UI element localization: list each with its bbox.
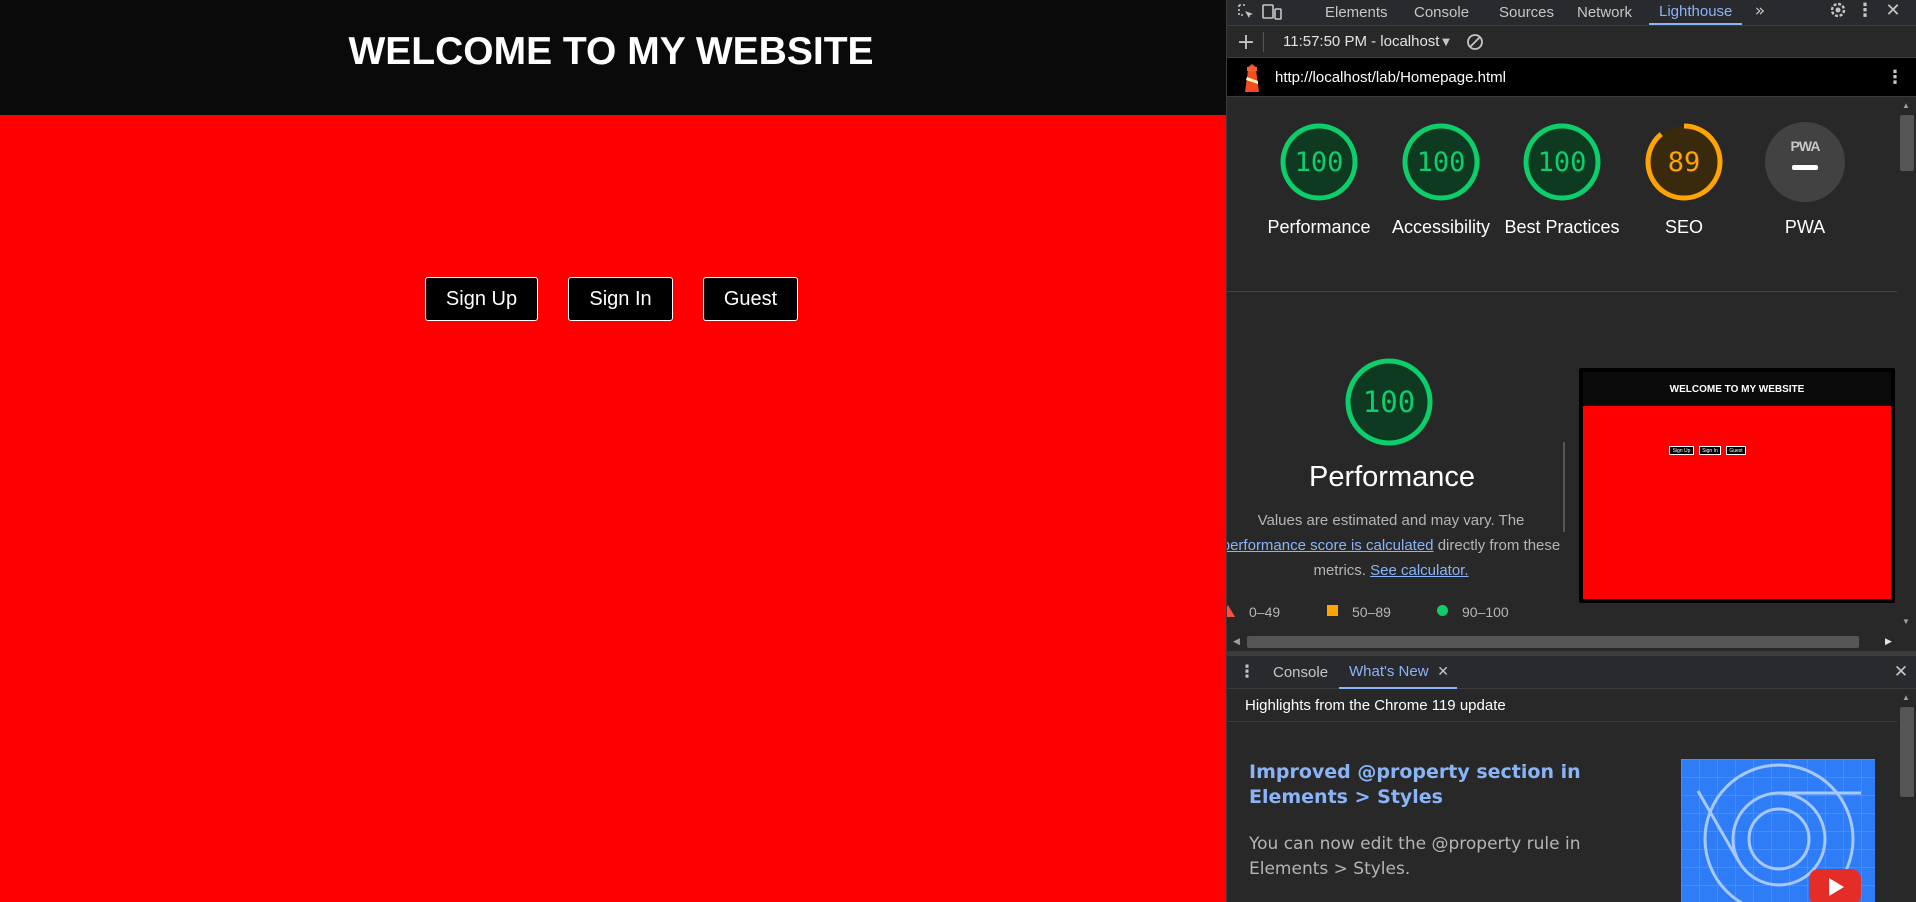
gauge-value: 100 — [1537, 146, 1587, 178]
thumbnail-body: Sign Up Sign In Guest — [1583, 406, 1891, 599]
gauge-label-accessibility: Accessibility — [1391, 217, 1491, 237]
guest-button[interactable]: Guest — [703, 277, 798, 321]
feature-description: You can now edit the @property rule in E… — [1249, 834, 1581, 879]
scroll-right-icon[interactable]: ▶ — [1885, 636, 1892, 647]
site-header: WELCOME TO MY WEBSITE — [0, 0, 1226, 115]
scroll-down-icon[interactable]: ▼ — [1902, 617, 1910, 626]
drawer-tab-label: What's New — [1349, 663, 1429, 680]
lighthouse-url-bar: http://localhost/lab/Homepage.html ⋮ — [1227, 58, 1916, 97]
pwa-badge-icon: PWA — [1790, 138, 1821, 154]
gauge-value: 89 — [1667, 146, 1701, 178]
gauge-seo[interactable]: 89 — [1644, 122, 1724, 202]
desc-text: metrics. — [1313, 562, 1366, 579]
gauge-label-seo: SEO — [1664, 217, 1703, 237]
close-drawer-icon[interactable]: ✕ — [1891, 662, 1911, 682]
drawer-vertical-scrollbar[interactable]: ▲ — [1897, 689, 1916, 902]
lighthouse-logo-icon — [1241, 64, 1263, 92]
drawer-tab-whats-new[interactable]: What's New ✕ — [1339, 656, 1457, 689]
more-options-icon[interactable]: ⋮ — [1855, 0, 1875, 21]
report-vertical-scrollbar[interactable]: ▲ ▼ — [1897, 97, 1916, 633]
youtube-play-icon[interactable] — [1809, 869, 1861, 902]
sign-up-button[interactable]: Sign Up — [425, 277, 538, 321]
settings-gear-icon[interactable] — [1827, 0, 1849, 20]
scroll-up-icon[interactable]: ▲ — [1902, 693, 1910, 702]
audited-url: http://localhost/lab/Homepage.html — [1275, 69, 1506, 86]
site-title: WELCOME TO MY WEBSITE — [348, 29, 874, 73]
lighthouse-toolbar: + 11:57:50 PM - localhost ▼ — [1227, 26, 1916, 58]
sign-in-button[interactable]: Sign In — [568, 277, 673, 321]
gauge-label-best-practices: Best Practices — [1504, 217, 1620, 237]
drawer-menu-icon[interactable]: ⋮ — [1239, 662, 1256, 682]
gauge-best-practices[interactable]: 100 — [1522, 122, 1602, 202]
tab-lighthouse[interactable]: Lighthouse — [1649, 0, 1743, 25]
devtools-tabbar: Elements Console Sources Network Lightho… — [1227, 0, 1916, 26]
report-horizontal-scrollbar[interactable]: ◀ ▶ — [1227, 633, 1916, 651]
thumbnail-title: WELCOME TO MY WEBSITE — [1583, 372, 1891, 406]
scrollbar-thumb[interactable] — [1900, 115, 1914, 171]
pass-circle-icon — [1437, 605, 1448, 616]
vertical-divider — [1563, 442, 1565, 532]
clear-reports-icon[interactable] — [1465, 32, 1485, 52]
performance-description: Values are estimated and may vary. The p… — [1227, 508, 1561, 583]
average-square-icon — [1327, 605, 1338, 616]
whats-new-header: Highlights from the Chrome 119 update — [1227, 689, 1897, 722]
gauge-performance[interactable]: 100 — [1279, 122, 1359, 202]
tab-elements[interactable]: Elements — [1325, 0, 1388, 25]
page-screenshot-thumbnail[interactable]: WELCOME TO MY WEBSITE Sign Up Sign In Gu… — [1579, 368, 1895, 603]
devtools-panel: Elements Console Sources Network Lightho… — [1226, 0, 1916, 902]
lighthouse-report[interactable]: 100 Performance 100 Accessibility 100 Be… — [1227, 97, 1897, 633]
performance-heading: Performance — [1308, 461, 1475, 493]
gauge-pwa[interactable]: PWA — [1765, 122, 1845, 202]
close-devtools-icon[interactable]: ✕ — [1883, 0, 1903, 21]
feature-video-thumbnail[interactable] — [1681, 759, 1875, 902]
thumbnail-button: Sign Up — [1669, 446, 1694, 455]
report-selector[interactable]: 11:57:50 PM - localhost — [1283, 33, 1439, 50]
gauge-label-performance: Performance — [1267, 217, 1371, 237]
website-viewport: WELCOME TO MY WEBSITE Sign Up Sign In Gu… — [0, 0, 1226, 902]
chevrons-right-icon[interactable]: » — [1751, 0, 1769, 22]
gauge-value: 100 — [1294, 146, 1344, 178]
gauge-value: 100 — [1362, 385, 1416, 419]
gauge-accessibility[interactable]: 100 — [1401, 122, 1481, 202]
section-divider — [1227, 291, 1897, 292]
device-toolbar-icon[interactable] — [1261, 1, 1283, 23]
gauge-value: 100 — [1416, 146, 1466, 178]
thumbnail-button: Sign In — [1699, 446, 1721, 455]
tab-network[interactable]: Network — [1577, 0, 1632, 25]
fail-triangle-icon — [1227, 605, 1235, 617]
inspect-element-icon[interactable] — [1235, 1, 1257, 23]
report-menu-icon[interactable]: ⋮ — [1886, 66, 1904, 88]
drawer-tab-console[interactable]: Console — [1273, 656, 1328, 689]
scroll-left-icon[interactable]: ◀ — [1233, 636, 1240, 647]
feature-title-link[interactable]: Improved @property section in Elements >… — [1249, 760, 1589, 810]
legend-pass: 90–100 — [1462, 604, 1509, 620]
scrollbar-thumb[interactable] — [1247, 636, 1859, 648]
scrollbar-thumb[interactable] — [1900, 707, 1914, 797]
desc-text: directly from these — [1437, 537, 1561, 554]
close-tab-icon[interactable]: ✕ — [1437, 663, 1449, 680]
legend-average: 50–89 — [1352, 604, 1391, 620]
drawer-tabbar: ⋮ Console What's New ✕ ✕ — [1227, 655, 1916, 689]
thumbnail-button: Guest — [1726, 446, 1746, 455]
desc-text: Values are estimated and may vary. The — [1257, 512, 1525, 529]
tab-sources[interactable]: Sources — [1499, 0, 1554, 25]
scroll-up-icon[interactable]: ▲ — [1902, 101, 1910, 110]
see-calculator-link[interactable]: See calculator. — [1370, 562, 1468, 579]
dropdown-caret-icon[interactable]: ▼ — [1440, 35, 1452, 49]
legend-fail: 0–49 — [1249, 604, 1281, 620]
score-calculation-link[interactable]: performance score is calculated — [1227, 537, 1434, 554]
performance-score-gauge: 100 — [1344, 357, 1434, 447]
new-report-plus-icon[interactable]: + — [1235, 30, 1257, 55]
tab-console[interactable]: Console — [1414, 0, 1469, 25]
gauge-label-pwa: PWA — [1784, 217, 1826, 237]
